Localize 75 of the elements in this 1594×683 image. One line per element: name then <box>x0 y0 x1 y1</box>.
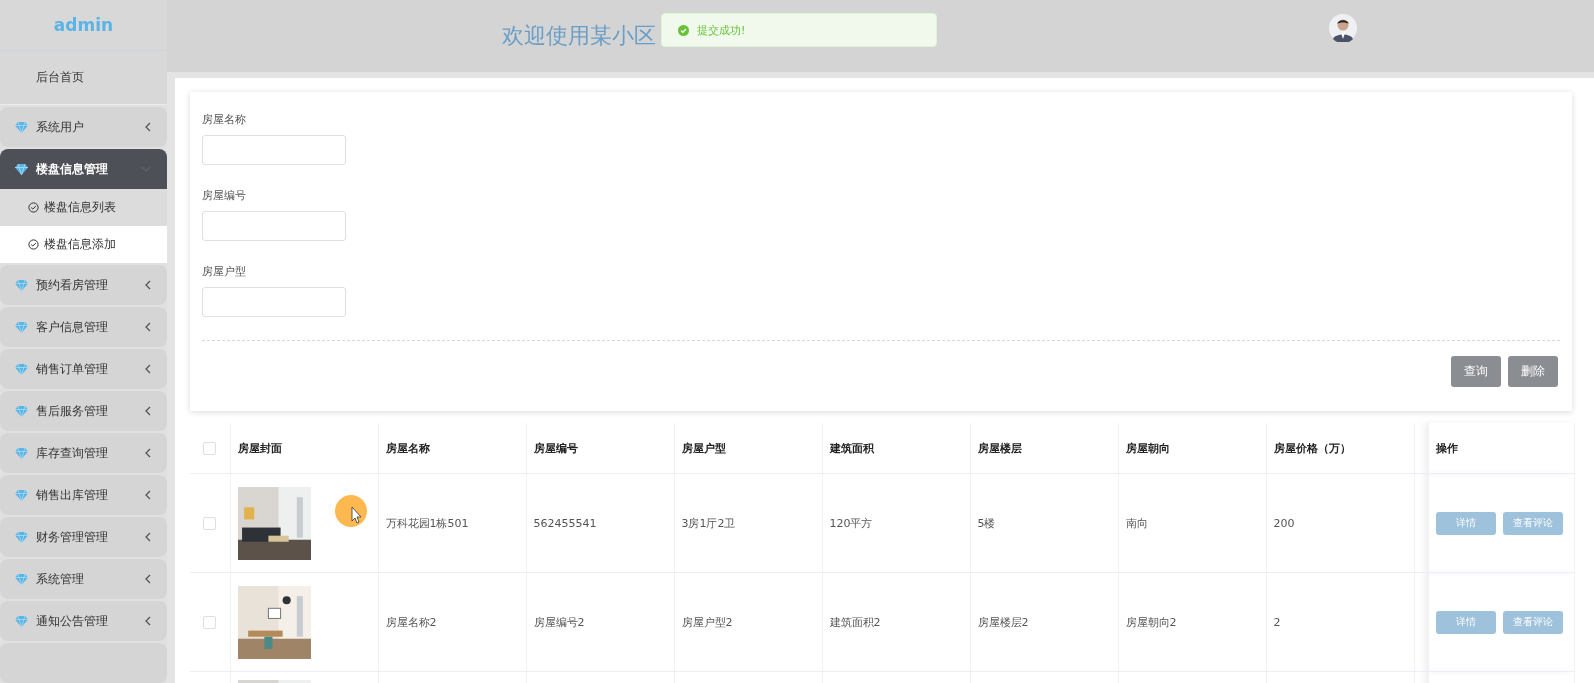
chevron-left-icon <box>145 490 151 500</box>
sidebar-item[interactable]: 预约看房管理 <box>0 265 167 305</box>
chevron-left-icon <box>145 122 151 132</box>
diamond-icon <box>15 531 28 543</box>
sidebar-item[interactable]: 库存查询管理 <box>0 433 167 473</box>
diamond-icon <box>15 121 28 133</box>
diamond-icon <box>15 489 28 501</box>
sidebar-item[interactable]: 系统用户 <box>0 107 167 147</box>
table-cell: 万科花园1栋501 <box>385 516 469 530</box>
sidebar-item[interactable]: 楼盘信息管理 <box>0 149 167 189</box>
column-header: 房屋楼层 <box>977 441 1022 455</box>
table-cell: 房屋朝向2 <box>1125 615 1177 629</box>
column-header: 建筑面积 <box>829 441 874 455</box>
table-cell: 南向 <box>1125 516 1148 530</box>
brand-title: admin <box>0 0 167 51</box>
diamond-icon <box>15 405 28 417</box>
diamond-icon <box>15 279 28 291</box>
diamond-icon <box>15 163 28 175</box>
column-header: 房屋朝向 <box>1125 441 1170 455</box>
check-circle-icon <box>28 202 39 213</box>
toast-message: 提交成功! <box>697 22 746 38</box>
field-label: 房屋名称 <box>202 112 247 127</box>
field-label: 房屋编号 <box>202 188 247 203</box>
diamond-icon <box>15 447 28 459</box>
check-circle-icon <box>678 24 689 36</box>
table-cell: 2 <box>1273 615 1281 629</box>
table-cell: 562455541 <box>533 516 597 530</box>
chevron-left-icon <box>145 406 151 416</box>
column-header: 操作 <box>1435 441 1458 455</box>
diamond-icon <box>15 321 28 333</box>
chevron-left-icon <box>145 364 151 374</box>
checkbox[interactable] <box>202 441 216 455</box>
sidebar-item[interactable]: 售后服务管理 <box>0 391 167 431</box>
diamond-icon <box>15 363 28 375</box>
input-field[interactable] <box>202 135 346 165</box>
sidebar-item[interactable]: 财务管理管理 <box>0 517 167 557</box>
chevron-left-icon <box>145 574 151 584</box>
welcome-title: 欢迎使用某小区 <box>502 22 656 50</box>
chevron-left-icon <box>145 322 151 332</box>
sidebar-item[interactable]: 后台首页 <box>0 51 167 105</box>
sidebar-item[interactable]: 系统管理 <box>0 559 167 599</box>
table-cell: 房屋名称2 <box>385 615 437 629</box>
avatar-icon[interactable] <box>1329 14 1357 42</box>
diamond-icon <box>15 615 28 627</box>
field-label: 房屋户型 <box>202 264 247 279</box>
chevron-left-icon <box>145 532 151 542</box>
sidebar-item[interactable]: 销售订单管理 <box>0 349 167 389</box>
input-field[interactable] <box>202 287 346 317</box>
table-cell: 房屋楼层2 <box>977 615 1029 629</box>
column-header: 房屋名称 <box>385 441 430 455</box>
column-header: 房屋封面 <box>237 441 282 455</box>
table-cell: 120平方 <box>829 516 873 530</box>
table-cell: 房屋编号2 <box>533 615 585 629</box>
column-header: 房屋户型 <box>681 441 726 455</box>
column-header: 房屋编号 <box>533 441 578 455</box>
table-cell: 建筑面积2 <box>829 615 881 629</box>
column-header: 房屋价格（万） <box>1273 441 1351 455</box>
cursor-icon <box>335 495 367 527</box>
submenu-item[interactable]: 楼盘信息添加 <box>0 226 167 263</box>
table-cell: 200 <box>1273 516 1295 530</box>
table-cell: 房屋户型2 <box>681 615 733 629</box>
checkbox[interactable] <box>202 615 216 629</box>
sidebar-item[interactable]: 客户信息管理 <box>0 307 167 347</box>
input-field[interactable] <box>202 211 346 241</box>
sidebar-item[interactable]: 销售出库管理 <box>0 475 167 515</box>
submenu-item[interactable]: 楼盘信息列表 <box>0 189 167 226</box>
chevron-left-icon <box>145 448 151 458</box>
sidebar-item[interactable]: 通知公告管理 <box>0 601 167 641</box>
diamond-icon <box>15 573 28 585</box>
chevron-left-icon <box>145 280 151 290</box>
checkbox[interactable] <box>202 516 216 530</box>
check-circle-icon <box>28 239 39 250</box>
chevron-left-icon <box>145 616 151 626</box>
table-cell: 5楼 <box>977 516 996 530</box>
table-cell: 3房1厅2卫 <box>681 516 736 530</box>
